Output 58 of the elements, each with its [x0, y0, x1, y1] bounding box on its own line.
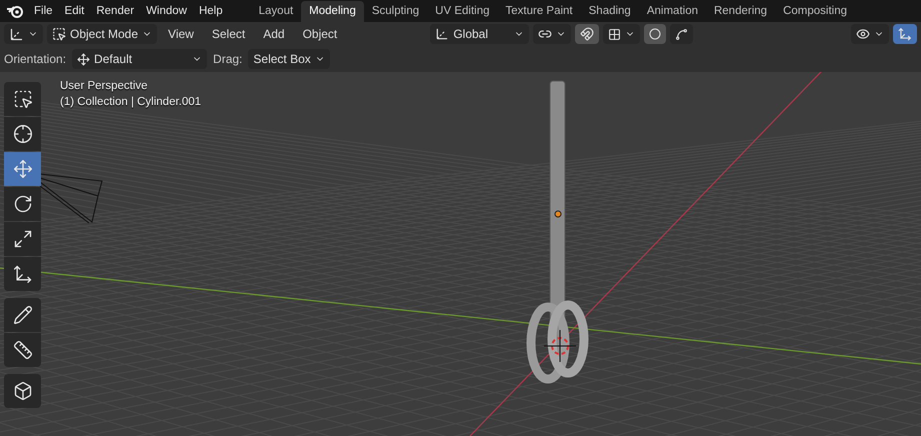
workspace-tab[interactable]: Sculpting	[364, 1, 428, 22]
workspace-tab[interactable]: Shading	[580, 1, 639, 22]
crosshair-icon	[12, 124, 32, 144]
drag-label: Drag:	[213, 52, 242, 66]
ruler-icon	[12, 340, 32, 360]
circle-icon	[649, 28, 661, 40]
header-menu[interactable]: View	[161, 27, 201, 41]
eye-icon	[856, 27, 870, 41]
menu-item[interactable]: Window	[140, 0, 193, 22]
gizmo-icon	[898, 27, 912, 41]
menu-item[interactable]: Help	[192, 0, 229, 22]
visibility-button[interactable]	[851, 24, 889, 44]
workspace-tab[interactable]: Layout	[250, 1, 302, 22]
header-menu[interactable]: Select	[204, 27, 252, 41]
orientation-dropdown[interactable]: Global	[430, 24, 529, 44]
menu-item[interactable]: Edit	[58, 0, 90, 22]
pencil-icon	[12, 305, 32, 325]
snap-toggle[interactable]	[575, 24, 599, 44]
3d-cursor-icon	[544, 330, 576, 362]
orientation-label: Orientation:	[4, 52, 66, 66]
gizmo-toggle[interactable]	[893, 24, 917, 44]
workspace-tab[interactable]: Rendering	[706, 1, 776, 22]
editor-type-button[interactable]	[4, 24, 43, 44]
falloff-button[interactable]	[670, 24, 693, 44]
move-arrows-icon	[12, 159, 32, 179]
workspace-tab[interactable]: Modeling	[301, 1, 364, 22]
tool-button[interactable]	[4, 222, 41, 256]
transform-icon	[12, 264, 32, 284]
view-name: User Perspective	[60, 80, 149, 92]
tool-button[interactable]	[4, 333, 41, 367]
tool-button[interactable]	[4, 117, 41, 151]
tool-button[interactable]	[4, 298, 41, 332]
tool-button[interactable]	[4, 187, 41, 221]
header-menu[interactable]: Add	[256, 27, 292, 41]
curve-icon	[675, 28, 688, 40]
scale-icon	[12, 229, 32, 249]
tool-button[interactable]	[4, 374, 41, 408]
pivot-button[interactable]	[533, 24, 571, 44]
snap-target-button[interactable]	[603, 24, 640, 44]
mode-dropdown[interactable]: Object Mode	[47, 24, 158, 44]
magnet-icon	[580, 27, 594, 41]
workspace-tab[interactable]: Texture Paint	[498, 1, 581, 22]
proportional-toggle[interactable]	[644, 24, 666, 44]
cube-icon	[12, 381, 32, 401]
workspace-tab[interactable]: UV Editing	[427, 1, 498, 22]
workspace-tab[interactable]: Animation	[638, 1, 706, 22]
rotate-icon	[12, 194, 32, 214]
object-info: (1) Collection | Cylinder.001	[60, 96, 202, 108]
drag-select[interactable]: Select Box	[248, 49, 330, 69]
tool-button[interactable]	[4, 257, 41, 291]
select-box-icon	[12, 89, 32, 109]
workspace-tab[interactable]: Compositing	[775, 1, 855, 22]
orientation-select[interactable]: Default	[72, 49, 208, 69]
tool-button[interactable]	[4, 82, 41, 116]
menu-item[interactable]: Render	[90, 0, 140, 22]
camera-drawing	[40, 174, 103, 224]
menu-item[interactable]: File	[28, 0, 59, 22]
header-menu[interactable]: Object	[296, 27, 344, 41]
